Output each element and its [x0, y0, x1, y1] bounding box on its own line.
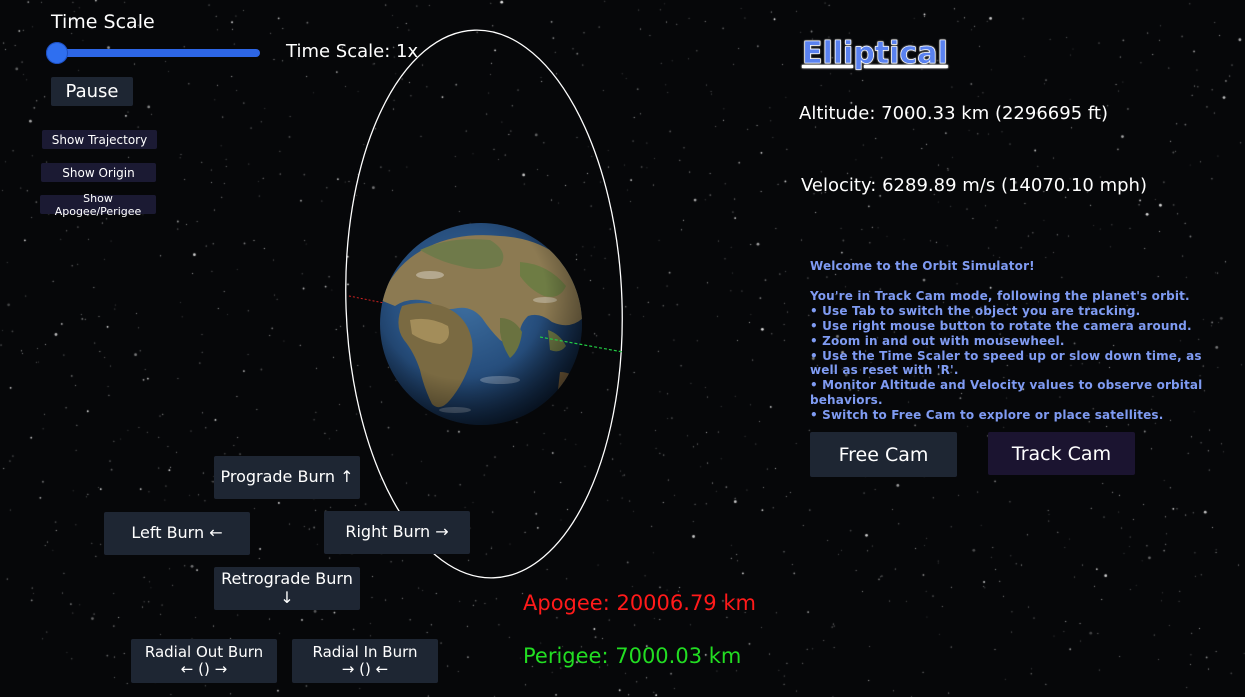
altitude-readout: Altitude: 7000.33 km (2296695 ft)	[799, 103, 1108, 124]
pause-button[interactable]: Pause	[51, 77, 133, 106]
welcome-tip: • Switch to Free Cam to explore or place…	[810, 408, 1164, 423]
welcome-heading: Welcome to the Orbit Simulator!	[810, 259, 1035, 273]
welcome-instructions: Welcome to the Orbit Simulator! You're i…	[810, 259, 1220, 423]
time-scale-slider-handle[interactable]	[46, 42, 68, 64]
radial-in-burn-button[interactable]: Radial In Burn → () ←	[292, 639, 438, 683]
radial-out-burn-button[interactable]: Radial Out Burn ← () →	[131, 639, 277, 683]
welcome-tip: • Use Tab to switch the object you are t…	[810, 303, 1141, 318]
time-scale-readout: Time Scale: 1x	[286, 41, 419, 62]
prograde-burn-button[interactable]: Prograde Burn ↑	[214, 456, 360, 499]
track-cam-button[interactable]: Track Cam	[988, 432, 1135, 475]
right-burn-button[interactable]: Right Burn →	[324, 511, 470, 554]
welcome-tip: • Zoom in and out with mousewheel.	[810, 333, 1065, 348]
welcome-tip: • Monitor Altitude and Velocity values t…	[810, 378, 1203, 408]
left-burn-button[interactable]: Left Burn ←	[104, 512, 250, 555]
radial-in-burn-arrows: → () ←	[341, 660, 389, 678]
radial-vector	[348, 295, 385, 304]
retrograde-burn-button[interactable]: Retrograde Burn ↓	[214, 567, 360, 610]
velocity-readout: Velocity: 6289.89 m/s (14070.10 mph)	[801, 175, 1147, 196]
show-origin-button[interactable]: Show Origin	[41, 163, 156, 182]
free-cam-button[interactable]: Free Cam	[810, 432, 957, 477]
show-trajectory-button[interactable]: Show Trajectory	[42, 130, 157, 149]
welcome-intro: You're in Track Cam mode, following the …	[810, 288, 1190, 303]
earth-planet[interactable]	[380, 223, 583, 425]
apogee-readout: Apogee: 20006.79 km	[523, 591, 756, 615]
simulator-viewport[interactable]: Time Scale Time Scale: 1x Pause Show Tra…	[0, 0, 1245, 697]
welcome-tip: • Use right mouse button to rotate the c…	[810, 318, 1192, 333]
radial-out-burn-label: Radial Out Burn	[144, 642, 264, 661]
welcome-tip: • Use the Time Scaler to speed up or slo…	[810, 348, 1202, 378]
radial-in-burn-label: Radial In Burn	[312, 642, 418, 661]
orbit-type-title: Elliptical	[802, 36, 948, 72]
time-scale-slider[interactable]	[46, 41, 262, 65]
show-apogee-perigee-button[interactable]: Show Apogee/Perigee	[40, 192, 156, 218]
time-scale-slider-track[interactable]	[56, 49, 260, 57]
radial-out-burn-arrows: ← () →	[180, 660, 228, 678]
perigee-readout: Perigee: 7000.03 km	[523, 644, 742, 668]
time-scale-title: Time Scale	[51, 11, 155, 33]
